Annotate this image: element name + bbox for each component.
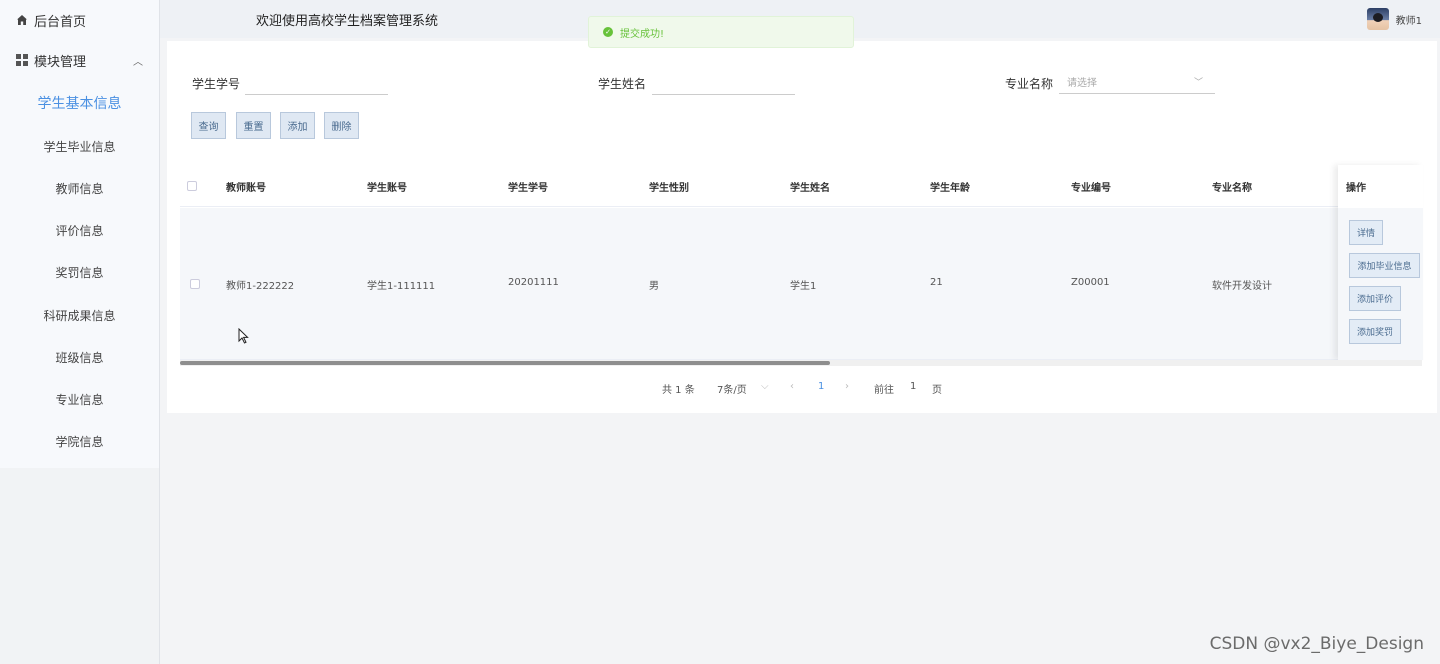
page-number-current[interactable]: 1 [818, 381, 824, 392]
cell-age: 21 [930, 277, 943, 288]
sidebar-item-major[interactable]: 专业信息 [0, 378, 159, 420]
major-select-placeholder: 请选择 [1067, 78, 1097, 89]
query-button[interactable]: 查询 [191, 112, 226, 139]
cell-student-account: 学生1-111111 [367, 281, 436, 292]
sidebar-item-class[interactable]: 班级信息 [0, 336, 159, 378]
sidebar-item-teacher[interactable]: 教师信息 [0, 167, 159, 209]
page-size-chevron-icon: ⌵ [761, 381, 769, 392]
toast-message: 提交成功! [620, 28, 665, 40]
sidebar-item-student-graduation[interactable]: 学生毕业信息 [0, 125, 159, 167]
welcome-title: 欢迎使用高校学生档案管理系统 [256, 14, 439, 29]
sidebar-item-research[interactable]: 科研成果信息 [0, 294, 159, 336]
prev-page-icon[interactable]: ‹ [790, 381, 794, 392]
sidebar-menu: 后台首页 模块管理 ︿ 学生基本信息 学生毕业信息 教师信息 评价信息 奖罚信息… [0, 0, 159, 468]
home-icon [16, 14, 28, 26]
sidebar-module-label: 模块管理 [34, 54, 87, 70]
cell-gender: 男 [649, 281, 659, 292]
page-unit: 页 [932, 385, 942, 396]
grid-icon [16, 54, 28, 66]
cell-student-no: 20201111 [508, 277, 559, 288]
avatar[interactable] [1366, 8, 1389, 30]
operations-cell: 详情 添加毕业信息 添加评价 添加奖罚 [1338, 208, 1423, 360]
cell-student-name: 学生1 [790, 281, 817, 292]
chevron-down-icon: ﹀ [1193, 78, 1203, 88]
sidebar-module-menu[interactable]: 模块管理 ︿ [0, 40, 159, 80]
sidebar-item-evaluation[interactable]: 评价信息 [0, 209, 159, 251]
table-row[interactable]: 教师1-222222 学生1-111111 20201111 男 学生1 21 … [180, 208, 1422, 360]
cell-major-no: Z00001 [1071, 277, 1110, 288]
col-age: 学生年龄 [930, 183, 970, 194]
sidebar-item-student-basic[interactable]: 学生基本信息 [0, 82, 159, 124]
student-no-input[interactable] [245, 71, 388, 95]
add-reward-button[interactable]: 添加奖罚 [1349, 319, 1401, 344]
student-no-label: 学生学号 [192, 77, 241, 91]
main-card: 学生学号 学生姓名 专业名称 请选择 ﹀ 查询 重置 添加 删除 教师账号 学生… [167, 41, 1437, 413]
add-button[interactable]: 添加 [280, 112, 315, 139]
success-toast: ✓ 提交成功! [588, 16, 854, 48]
cell-teacher-account: 教师1-222222 [226, 281, 295, 292]
add-graduation-button[interactable]: 添加毕业信息 [1349, 253, 1420, 278]
col-teacher-account: 教师账号 [226, 183, 266, 194]
sidebar-item-home[interactable]: 后台首页 [0, 0, 159, 40]
delete-button[interactable]: 删除 [324, 112, 359, 139]
add-evaluation-button[interactable]: 添加评价 [1349, 286, 1401, 311]
student-name-label: 学生姓名 [598, 77, 647, 91]
major-select[interactable]: 请选择 ﹀ [1059, 70, 1215, 94]
col-student-account: 学生账号 [367, 183, 407, 194]
scrollbar-thumb[interactable] [180, 361, 830, 365]
major-name-label: 专业名称 [1005, 77, 1054, 91]
cell-major-name: 软件开发设计 [1212, 281, 1272, 292]
user-menu[interactable]: 教师1 [1366, 8, 1422, 30]
operations-column: 操作 详情 添加毕业信息 添加评价 添加奖罚 [1338, 165, 1423, 360]
user-name: 教师1 [1395, 15, 1422, 27]
col-gender: 学生性别 [649, 183, 689, 194]
reset-button[interactable]: 重置 [236, 112, 271, 139]
student-name-input[interactable] [652, 71, 795, 95]
next-page-icon[interactable]: › [845, 381, 849, 392]
col-student-no: 学生学号 [508, 183, 548, 194]
col-major-name: 专业名称 [1212, 183, 1252, 194]
chevron-up-icon: ︿ [133, 57, 143, 68]
goto-label: 前往 [874, 385, 894, 396]
goto-page-input[interactable]: 1 [910, 381, 916, 392]
mouse-cursor-icon [238, 328, 249, 344]
table-header: 教师账号 学生账号 学生学号 学生性别 学生姓名 学生年龄 专业编号 专业名称 [180, 165, 1422, 207]
select-all-checkbox[interactable] [187, 181, 197, 191]
success-check-icon: ✓ [603, 27, 613, 37]
sidebar-home-label: 后台首页 [34, 14, 87, 30]
pagination-total: 共 1 条 [662, 385, 695, 396]
page-size-select[interactable]: 7条/页 [717, 381, 747, 396]
col-operations: 操作 [1346, 183, 1366, 194]
pagination: 共 1 条 7条/页 ⌵ ‹ 1 › 前往 1 页 [167, 381, 1437, 397]
sidebar-item-college[interactable]: 学院信息 [0, 420, 159, 462]
sidebar: 后台首页 模块管理 ︿ 学生基本信息 学生毕业信息 教师信息 评价信息 奖罚信息… [0, 0, 160, 664]
watermark: CSDN @vx2_Biye_Design [1209, 634, 1424, 654]
sidebar-item-reward[interactable]: 奖罚信息 [0, 251, 159, 293]
detail-button[interactable]: 详情 [1349, 220, 1383, 245]
col-major-no: 专业编号 [1071, 183, 1111, 194]
col-student-name: 学生姓名 [790, 183, 830, 194]
row-checkbox[interactable] [190, 279, 200, 289]
